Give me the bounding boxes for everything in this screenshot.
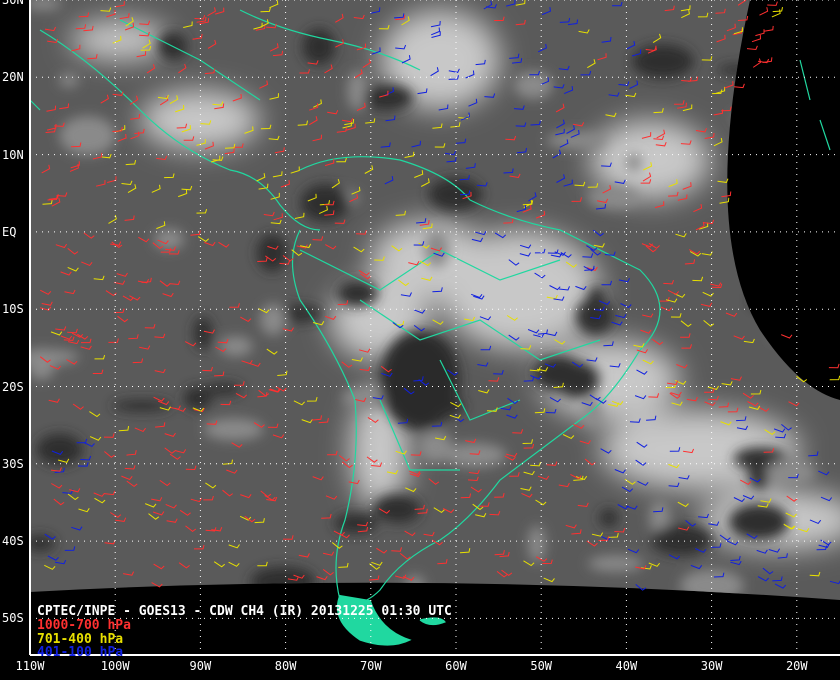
cloud-texture — [750, 291, 773, 309]
wind-barb — [734, 83, 745, 89]
cloud-texture — [717, 64, 758, 75]
wind-barb — [771, 9, 781, 18]
cloud-texture — [680, 569, 744, 600]
lon-label: 70W — [359, 659, 382, 673]
wind-barb — [828, 363, 840, 369]
cloud-texture — [203, 418, 264, 441]
lat-label: 40S — [2, 534, 24, 549]
lon-label: 40W — [615, 659, 638, 673]
wind-barb — [746, 45, 758, 51]
cloud-texture — [766, 458, 816, 487]
cloud-texture — [599, 508, 619, 528]
lat-label: 10N — [2, 147, 24, 162]
cloud-texture — [183, 386, 212, 411]
lat-label: 10S — [2, 302, 24, 317]
cloud-texture — [58, 73, 79, 87]
cloud-texture — [59, 116, 116, 156]
cloud-texture — [111, 400, 173, 412]
wind-barb — [767, 1, 778, 6]
cloud-texture — [219, 336, 253, 357]
lat-label: 50S — [2, 611, 24, 626]
cloud-texture — [651, 524, 713, 556]
cloud-texture — [418, 430, 453, 463]
cloud-texture — [513, 71, 553, 100]
wind-barb — [781, 334, 793, 339]
cloud-texture — [154, 228, 185, 250]
legend-high-level: 401-100 hPa — [37, 645, 124, 660]
cloud-texture — [588, 555, 644, 572]
cloud-texture — [260, 303, 287, 336]
lat-label: 30S — [2, 456, 24, 471]
map-title: CPTEC/INPE - GOES13 - CDW CH4 (IR) 20131… — [37, 604, 452, 619]
wind-barb — [763, 25, 774, 32]
cloud-texture — [625, 153, 642, 172]
cloud-texture — [250, 566, 316, 596]
cloud-texture — [193, 316, 213, 350]
cloud-texture — [256, 233, 288, 272]
lon-label: 100W — [100, 659, 130, 673]
cloud-texture — [587, 186, 640, 210]
lon-label: 60W — [445, 659, 467, 673]
lat-label: EQ — [2, 224, 17, 239]
legend-low-level: 1000-700 hPa — [37, 618, 131, 633]
lon-label: 90W — [189, 659, 212, 673]
lon-label: 110W — [15, 659, 45, 673]
lon-label: 80W — [274, 659, 297, 673]
lat-label: 30N — [2, 0, 24, 7]
cloud-texture — [302, 28, 336, 65]
wind-barb — [751, 34, 762, 43]
cloud-texture — [337, 279, 378, 307]
lat-label: 20N — [2, 70, 24, 85]
wind-barb — [829, 375, 840, 381]
wind-barb — [755, 29, 765, 37]
satellite-map: 30N 20N 10N EQ 10S 20S 30S 40S 50S 110W 100W 90W 80… — [0, 0, 840, 680]
lat-label: 20S — [2, 379, 24, 394]
wind-barb — [759, 7, 769, 16]
lon-label: 50W — [530, 659, 553, 673]
map-canvas — [29, 0, 840, 656]
lon-label: 30W — [700, 659, 723, 673]
cloud-texture — [728, 503, 790, 541]
cloud-texture — [300, 184, 350, 222]
cloud-texture — [428, 177, 483, 211]
cloud-texture — [424, 230, 450, 268]
cloud-texture — [631, 44, 694, 79]
cloud-texture — [732, 110, 781, 125]
cloud-texture — [582, 396, 602, 428]
cloud-texture — [770, 324, 821, 343]
lon-label: 20W — [785, 659, 808, 673]
wind-barb — [772, 6, 783, 13]
wind-barb — [752, 58, 762, 68]
cloud-texture — [363, 85, 413, 111]
